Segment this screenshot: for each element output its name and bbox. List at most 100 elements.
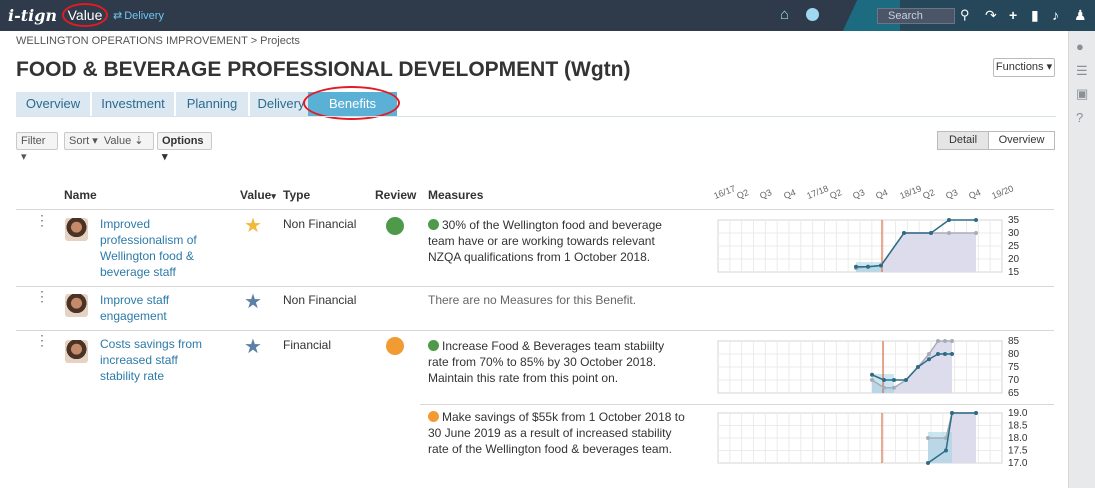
- home-icon[interactable]: ⌂: [780, 6, 789, 23]
- chart-data-point: [950, 352, 954, 356]
- measure-text: Make savings of $55k from 1 October 2018…: [428, 409, 688, 457]
- chart-y-tick-label: 75: [1008, 362, 1020, 373]
- period-label: 18/19: [897, 183, 923, 201]
- period-label: Q2: [921, 187, 936, 201]
- chart-data-point: [879, 263, 883, 268]
- measure-status-dot: [428, 219, 439, 230]
- search-input[interactable]: Search: [877, 8, 955, 24]
- chart-data-point: [892, 385, 896, 390]
- column-header-value[interactable]: Value▾: [240, 188, 276, 202]
- detail-view-button[interactable]: Detail: [937, 131, 989, 150]
- row-divider: [16, 209, 1054, 210]
- sort-direction-icon: ⇣: [134, 135, 144, 147]
- options-button[interactable]: Options ▾: [157, 132, 212, 163]
- functions-label: Functions: [995, 61, 1044, 73]
- row-menu-icon[interactable]: ⋮: [35, 289, 49, 303]
- chart-data-point: [943, 339, 947, 343]
- help-icon[interactable]: ?: [1076, 110, 1083, 125]
- chart-data-point: [947, 218, 951, 222]
- sort-desc-icon: ▾: [271, 191, 276, 201]
- app-logo[interactable]: i-tign: [8, 6, 57, 25]
- chart-data-point: [974, 231, 978, 235]
- plus-icon[interactable]: +: [1009, 7, 1017, 23]
- chart-data-point: [950, 411, 954, 415]
- chart-data-point: [902, 231, 906, 235]
- chart-data-point: [904, 378, 908, 382]
- list-icon[interactable]: ☰: [1076, 63, 1088, 79]
- chart-y-tick-label: 25: [1008, 241, 1020, 252]
- chart-y-tick-label: 30: [1008, 228, 1020, 239]
- measure-divider: [420, 404, 1054, 405]
- chart-data-point: [947, 231, 951, 235]
- period-label: Q3: [944, 187, 960, 201]
- filter-button[interactable]: Filter ▾: [16, 132, 58, 163]
- no-measures-text: There are no Measures for this Benefit.: [428, 293, 637, 307]
- comment-icon[interactable]: ●: [1076, 39, 1084, 54]
- chart-data-point: [927, 352, 931, 356]
- chart-y-tick-label: 17.5: [1008, 446, 1028, 457]
- period-label: Q3: [851, 187, 867, 201]
- chart-data-point: [974, 218, 978, 222]
- period-label: Q2: [735, 187, 751, 201]
- chart-y-tick-label: 19.0: [1008, 408, 1028, 419]
- sort-button[interactable]: Sort ▾ Value ⇣: [64, 132, 154, 150]
- sort-label: Sort: [69, 135, 90, 147]
- page-title: FOOD & BEVERAGE PROFESSIONAL DEVELOPMENT…: [16, 58, 631, 81]
- chart-data-point: [944, 448, 948, 453]
- row-menu-icon[interactable]: ⋮: [35, 333, 49, 347]
- chart-y-tick-label: 18.0: [1008, 433, 1028, 444]
- tab-investment[interactable]: Investment: [92, 92, 174, 116]
- chart-data-point: [974, 411, 978, 415]
- chart-y-tick-label: 17.0: [1008, 458, 1028, 469]
- column-header-measures[interactable]: Measures: [428, 188, 483, 202]
- functions-dropdown-button[interactable]: Functions ▾: [993, 58, 1055, 77]
- measure-description: 30% of the Wellington food and beverage …: [428, 218, 662, 264]
- row-divider: [16, 330, 1054, 331]
- chart-data-point: [866, 264, 870, 269]
- chart-data-point: [916, 365, 920, 369]
- avatar: [65, 218, 88, 241]
- bookmark-icon[interactable]: ▮: [1031, 7, 1039, 24]
- tab-overview[interactable]: Overview: [16, 92, 90, 116]
- review-status-dot: [386, 217, 404, 235]
- chart-data-point: [926, 461, 930, 465]
- value-header-label: Value: [240, 188, 272, 202]
- nav-delivery-link[interactable]: ⇄ Delivery: [113, 9, 164, 22]
- bell-icon[interactable]: ♪: [1052, 7, 1059, 23]
- column-header-type[interactable]: Type: [283, 188, 310, 202]
- user-icon[interactable]: ♟: [1074, 7, 1087, 24]
- period-label: 17/18: [805, 183, 830, 201]
- chart-data-point: [927, 357, 931, 362]
- overview-view-button[interactable]: Overview: [988, 131, 1055, 150]
- globe-icon[interactable]: [806, 8, 819, 21]
- measure-trend-chart: 85 80 75 70 65: [717, 336, 1020, 399]
- benefit-type: Non Financial: [283, 293, 357, 307]
- breadcrumb[interactable]: WELLINGTON OPERATIONS IMPROVEMENT > Proj…: [16, 35, 300, 47]
- column-header-review[interactable]: Review: [375, 188, 416, 202]
- avatar: [65, 340, 88, 363]
- period-label: Q3: [758, 187, 774, 201]
- top-navigation-bar: i-tign Value ⇄ Delivery ⌂ Search ⚲ ↷ + ▮ …: [0, 0, 1095, 31]
- column-header-name[interactable]: Name: [64, 188, 97, 202]
- chart-y-tick-label: 65: [1008, 388, 1020, 399]
- highlight-ring: [303, 86, 400, 120]
- period-label: Q4: [967, 187, 983, 201]
- row-divider: [16, 286, 1054, 287]
- nav-value-link[interactable]: Value: [62, 3, 108, 27]
- benefit-name-link[interactable]: Costs savings from increased staff stabi…: [100, 336, 218, 384]
- chart-y-tick-label: 20: [1008, 254, 1020, 265]
- chart-data-point: [936, 339, 940, 343]
- chart-y-tick-label: 80: [1008, 349, 1020, 360]
- measure-description: Make savings of $55k from 1 October 2018…: [428, 410, 685, 456]
- avatar: [65, 294, 88, 317]
- benefit-name-link[interactable]: Improved professionalism of Wellington f…: [100, 216, 218, 280]
- chart-data-point: [936, 352, 940, 356]
- share-icon[interactable]: ↷: [985, 7, 997, 24]
- search-icon[interactable]: ⚲: [960, 7, 970, 23]
- tab-planning[interactable]: Planning: [176, 92, 248, 116]
- chart-data-point: [926, 436, 930, 440]
- row-menu-icon[interactable]: ⋮: [35, 213, 49, 227]
- lock-icon[interactable]: ▣: [1076, 86, 1088, 102]
- right-side-rail: ● ☰ ▣ ?: [1068, 31, 1095, 488]
- benefit-name-link[interactable]: Improve staff engagement: [100, 292, 218, 324]
